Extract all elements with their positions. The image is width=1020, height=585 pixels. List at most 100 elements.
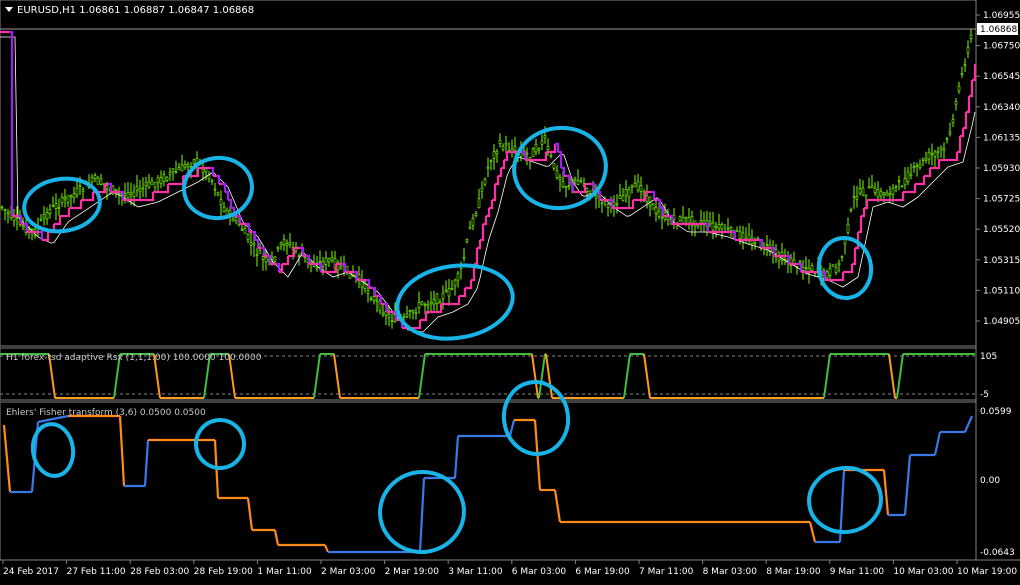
price-candle-body [933,151,937,157]
price-candle-body [324,257,328,265]
price-candle-body [858,188,862,194]
price-axis-label: 1.04905 [983,317,1020,327]
price-candle-body [594,195,598,199]
signal-segment [468,280,473,290]
price-candle-body [264,257,268,263]
price-candle-body [885,192,889,197]
price-candle-body [894,185,898,188]
price-candle-body [831,264,835,267]
price-candle-body [612,201,616,206]
time-axis-label: 7 Mar 11:00 [639,567,694,577]
price-candle-body [144,182,148,186]
price-candle-body [234,217,238,221]
price-candle-body [51,205,55,207]
price-candle-body [600,202,604,205]
rsx-transition [888,353,896,399]
fisher-segment [418,477,426,553]
signal-segment [483,216,488,226]
time-axis-label: 10 Mar 19:00 [957,567,1017,577]
price-candle-body [678,216,682,222]
price-candle-body [624,189,628,196]
fisher-indicator-line [2,414,974,554]
price-candle-body [606,204,610,208]
signal-segment [285,256,290,266]
signal-segment [543,152,548,162]
price-candle-body [834,267,838,273]
price-candle-body [810,265,814,271]
time-axis: 24 Feb 2017 27 Feb 11:00 28 Feb 03:00 28 Fe… [2,560,1017,577]
signal-segment [180,176,185,186]
signal-segment [150,192,155,202]
signal-segment [957,136,962,154]
fisher-segment [508,419,516,437]
fisher-segment [246,497,254,531]
chart-canvas[interactable]: 1.06955 1.06750 1.06545 1.06340 1.06135 1.059… [0,0,1020,581]
price-candle-body [540,140,544,145]
chart-window[interactable]: 1.06955 1.06750 1.06545 1.06340 1.06135 1.059… [0,0,1020,581]
price-candle-body [435,293,439,305]
price-candle-body [468,227,472,230]
price-candle-body [318,261,322,263]
price-candle-body [657,210,661,217]
signal-segment [417,320,422,330]
rsx-panel-title: H1 forex-tsd adaptive Rsx (1,1,1.00) 100… [6,353,262,363]
price-candle-body [699,220,703,224]
price-axis-label: 1.05315 [983,256,1020,266]
price-candle-body [681,217,685,224]
price-candle-body [432,298,436,305]
price-candle-body [882,192,886,195]
price-candle-body [573,178,577,181]
price-candle-body [753,242,757,245]
price-candle-body [654,207,658,214]
signal-segment [501,160,506,170]
rsx-transition [623,353,631,399]
price-candle-body [717,224,721,229]
price-candle-body [774,249,778,254]
price-candle-body [726,227,730,230]
price-candle-body [129,191,133,195]
price-candle-body [156,177,160,183]
price-candle-body [180,164,184,172]
rsx-axis-label-top: 105 [980,352,997,362]
price-candle-body [876,189,880,198]
price-candle-body [888,193,892,196]
price-candle-body [123,193,127,196]
price-candle-body [42,213,46,219]
signal-segment [927,168,932,178]
signal-segment [912,184,917,194]
triangle-down-icon[interactable] [5,7,13,12]
price-candle-body [162,174,166,182]
rsx-transition [531,353,539,399]
price-candle-body [648,196,652,206]
price-candle-body [339,265,343,269]
signal-segment [840,272,845,282]
fisher-segment [808,521,817,543]
price-candle-body [708,221,712,225]
signal-segment [630,200,635,210]
signal-segment [972,64,977,82]
price-candle-body [411,309,415,313]
rsx-transition [313,353,321,399]
price-candle-body [798,260,802,263]
price-candle-body [477,198,481,209]
price-candle-body [567,185,571,187]
time-axis-label: 2 Mar 03:00 [321,567,376,577]
price-candle-body [714,225,718,228]
price-axis-label: 1.06340 [983,103,1020,113]
signal-segment [9,30,14,216]
price-candle-body [147,181,151,188]
time-axis-label: 9 Mar 11:00 [830,567,885,577]
price-axis-label: 1.05520 [983,225,1020,235]
signal-segment [78,200,83,210]
price-candle-body [249,242,253,246]
price-candle-body [420,301,424,305]
price-candle-body [219,199,223,206]
price-candle-body [186,164,190,168]
price-candle-body [585,188,589,192]
price-candle-body [531,148,535,158]
signal-segment [438,304,443,314]
signal-segment [474,248,479,266]
price-candle-body [63,196,67,200]
rsx-transition [545,353,553,399]
price-candle-body [627,188,631,198]
